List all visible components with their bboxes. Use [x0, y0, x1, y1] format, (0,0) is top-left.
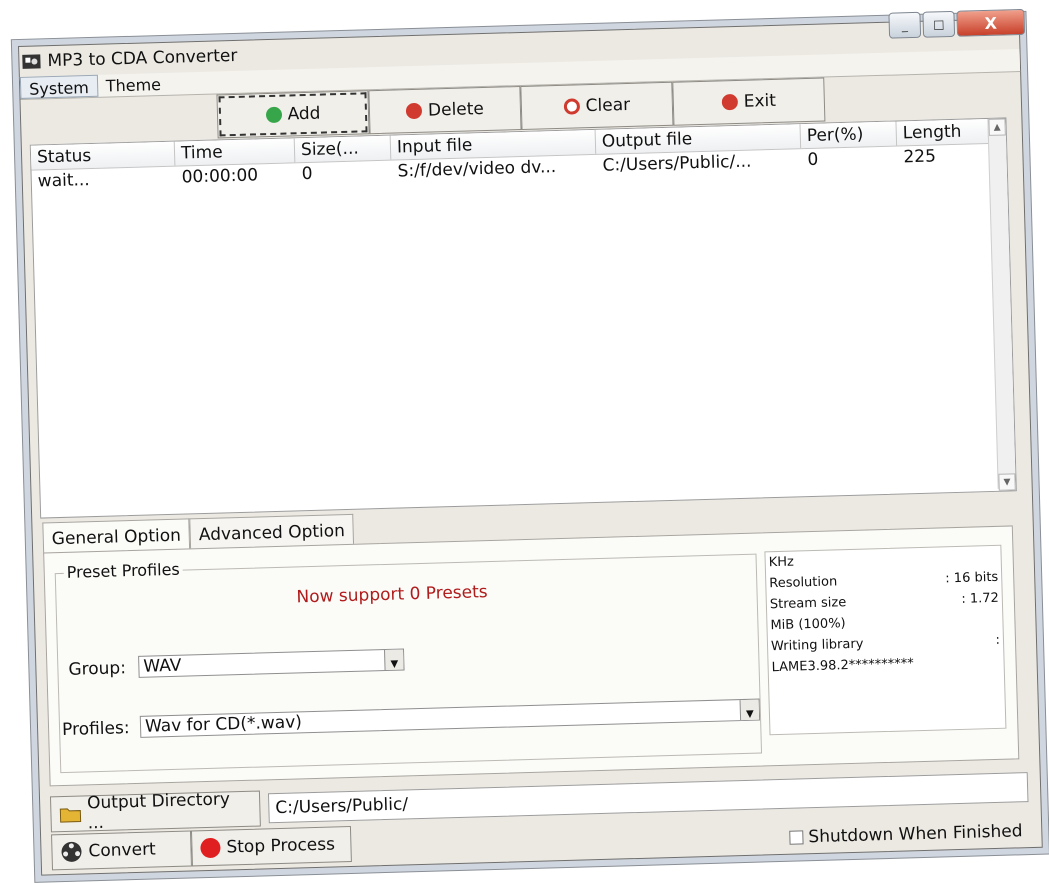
scroll-up-icon[interactable]: ▲ [988, 118, 1006, 136]
output-directory-button[interactable]: Output Directory ... [49, 789, 261, 834]
profiles-label: Profiles: [61, 718, 130, 741]
info-key: MiB (100%) [770, 616, 846, 634]
output-directory-label: Output Directory ... [86, 789, 231, 834]
window-title: MP3 to CDA Converter [47, 45, 238, 72]
preset-profiles-group: Preset Profiles Now support 0 Presets Gr… [54, 553, 763, 774]
preset-profiles-legend: Preset Profiles [63, 559, 183, 582]
output-directory-value: C:/Users/Public/ [275, 794, 409, 819]
info-value: : [995, 632, 1001, 648]
scroll-down-icon[interactable]: ▼ [998, 473, 1016, 491]
info-key: LAME3.98.2********** [771, 656, 915, 676]
convert-label: Convert [88, 839, 157, 862]
cell-size: 0 [301, 163, 313, 185]
shutdown-checkbox[interactable]: Shutdown When Finished [789, 821, 1023, 848]
chevron-down-icon[interactable]: ▼ [739, 699, 760, 721]
cell-output-file: C:/Users/Public/... [602, 151, 752, 176]
exit-button[interactable]: Exit [672, 77, 826, 126]
profiles-select-value: Wav for CD(*.wav) [144, 712, 303, 737]
add-label: Add [287, 103, 321, 125]
cell-per: 0 [807, 149, 819, 170]
folder-icon [59, 808, 82, 823]
film-reel-icon [61, 841, 82, 862]
cell-input-file: S:/f/dev/video dv... [397, 157, 557, 182]
profiles-select[interactable]: Wav for CD(*.wav) ▼ [139, 698, 761, 738]
shutdown-label: Shutdown When Finished [808, 821, 1023, 848]
delete-button[interactable]: Delete [368, 85, 522, 135]
cell-length: 225 [903, 146, 937, 168]
group-select-value: WAV [143, 655, 182, 677]
output-directory-field[interactable]: C:/Users/Public/ [267, 772, 1029, 824]
clear-icon [563, 98, 580, 115]
stop-process-button[interactable]: Stop Process [190, 826, 352, 867]
col-per[interactable]: Per(%) [800, 121, 898, 149]
checkbox-box[interactable] [789, 830, 804, 845]
presets-count-text: Now support 0 Presets [296, 582, 488, 608]
group-label: Group: [68, 658, 127, 680]
media-info-box: KHz Resolution : 16 bits Stream size : 1… [764, 544, 1007, 736]
col-length[interactable]: Length [896, 118, 990, 146]
convert-button[interactable]: Convert [51, 830, 192, 871]
info-key: Stream size [769, 595, 847, 613]
clear-button[interactable]: Clear [520, 81, 674, 130]
group-select[interactable]: WAV ▼ [138, 648, 405, 678]
col-time[interactable]: Time [174, 138, 296, 166]
info-key: KHz [768, 554, 795, 571]
cell-status: wait... [37, 170, 90, 192]
add-button[interactable]: Add [216, 90, 370, 139]
delete-label: Delete [427, 99, 485, 121]
exit-label: Exit [743, 90, 777, 112]
add-icon [265, 106, 282, 124]
stop-process-label: Stop Process [226, 834, 336, 858]
menu-theme[interactable]: Theme [98, 73, 170, 97]
app-window: _ □ X MP3 to CDA Converter System Theme … [18, 8, 1043, 876]
app-icon [22, 54, 41, 69]
delete-icon [405, 102, 423, 120]
exit-icon [721, 93, 738, 111]
col-status[interactable]: Status [30, 141, 176, 170]
info-value: : 1.72 [961, 590, 1000, 607]
info-value: : 16 bits [945, 569, 999, 587]
file-list[interactable]: Status Time Size(... Input file Output f… [29, 117, 1017, 519]
general-option-panel: Preset Profiles Now support 0 Presets Gr… [43, 525, 1020, 787]
list-scrollbar[interactable]: ▲ ▼ [987, 118, 1016, 491]
info-key: Resolution [769, 574, 838, 592]
cell-time: 00:00:00 [181, 165, 259, 188]
info-key: Writing library [770, 636, 864, 655]
menu-system[interactable]: System [19, 74, 99, 99]
clear-label: Clear [585, 94, 631, 117]
col-size[interactable]: Size(... [294, 135, 392, 163]
stop-icon [200, 837, 221, 859]
chevron-down-icon[interactable]: ▼ [384, 649, 404, 671]
